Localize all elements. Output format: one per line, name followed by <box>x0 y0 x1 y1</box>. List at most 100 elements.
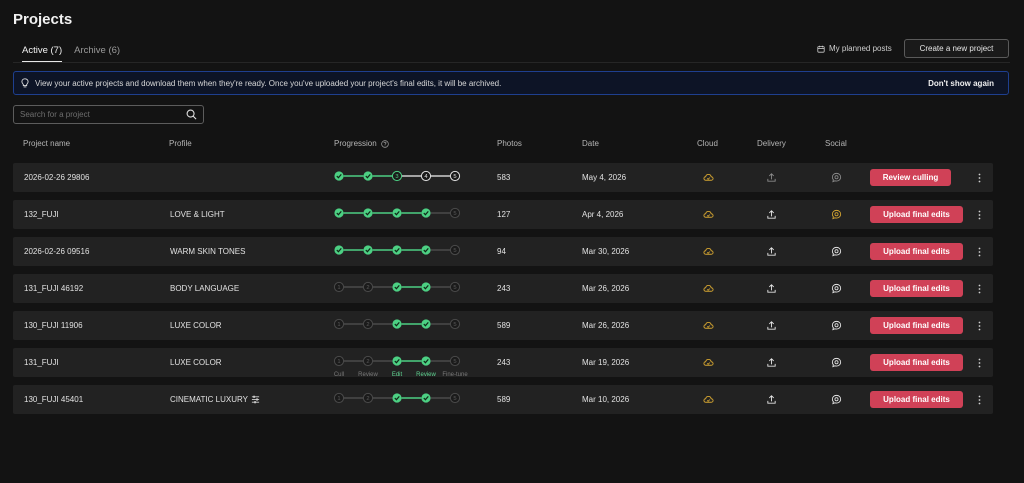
profile-cell: LUXE COLOR <box>170 348 222 377</box>
progression-step-4: 4 <box>420 170 432 182</box>
svg-text:1: 1 <box>337 359 340 365</box>
column-header-photos: Photos <box>497 139 522 148</box>
cloud-icon[interactable] <box>703 283 714 294</box>
progression-step-3: 3 <box>391 170 403 182</box>
more-options-icon[interactable] <box>973 171 985 184</box>
column-header-cloud: Cloud <box>697 139 718 148</box>
upload-final-edits-button[interactable]: Upload final edits <box>870 317 963 334</box>
upload-icon[interactable] <box>766 320 777 331</box>
my-planned-posts-link[interactable]: My planned posts <box>817 44 892 53</box>
project-tabs: Active (7) Archive (6) <box>22 45 120 63</box>
social-icon[interactable] <box>831 394 842 405</box>
table-row[interactable]: 132_FUJI LOVE & LIGHT 127 Apr 4, 2026 Up… <box>13 200 993 229</box>
column-header-name: Project name <box>23 139 71 148</box>
profile-cell: WARM SKIN TONES <box>170 237 245 266</box>
svg-text:2: 2 <box>366 285 369 291</box>
profile-name: LUXE COLOR <box>170 358 222 367</box>
project-name: 2026-02-26 09516 <box>24 247 90 256</box>
photo-count: 243 <box>497 358 511 367</box>
table-row[interactable]: 130_FUJI 45401 CINEMATIC LUXURY 589 Mar … <box>13 385 993 414</box>
table-row[interactable]: 130_FUJI 11906 LUXE COLOR 589 Mar 26, 20… <box>13 311 993 340</box>
progression-label: Progression <box>334 139 377 148</box>
social-icon[interactable] <box>831 172 842 183</box>
search-icon[interactable] <box>186 109 197 120</box>
progression-steps: 1 2 5 <box>333 318 461 330</box>
cloud-icon[interactable] <box>703 172 714 183</box>
more-options-icon[interactable] <box>973 319 985 332</box>
table-row[interactable]: 2026-02-26 29806 583 May 4, 2026 Review … <box>13 163 993 192</box>
stage-label: Edit <box>391 372 403 378</box>
progression-step-4 <box>421 282 431 292</box>
stage-label: Review <box>416 372 436 378</box>
upload-final-edits-button[interactable]: Upload final edits <box>870 243 963 260</box>
stage-label: Review <box>358 372 378 378</box>
project-search <box>13 105 204 124</box>
search-input[interactable] <box>20 110 186 119</box>
progression-step-3 <box>392 356 402 366</box>
more-options-icon[interactable] <box>973 356 985 369</box>
social-icon[interactable] <box>831 246 842 257</box>
calendar-icon <box>817 45 825 53</box>
tab-active[interactable]: Active (7) <box>22 45 63 63</box>
project-date: Mar 10, 2026 <box>582 395 630 404</box>
review-culling-button[interactable]: Review culling <box>870 169 951 186</box>
tabs-divider <box>13 62 1010 63</box>
upload-final-edits-button[interactable]: Upload final edits <box>870 280 963 297</box>
lightbulb-icon <box>21 78 29 88</box>
svg-text:5: 5 <box>453 359 456 365</box>
progression-step-3 <box>392 319 402 329</box>
profile-settings-icon[interactable] <box>248 395 260 404</box>
svg-text:5: 5 <box>453 174 456 180</box>
upload-icon[interactable] <box>766 172 777 183</box>
stage-labels: Cull Review Edit Review Fine-tune <box>333 372 473 381</box>
cloud-icon[interactable] <box>703 394 714 405</box>
project-name: 130_FUJI 11906 <box>24 321 83 330</box>
profile-cell: CINEMATIC LUXURY <box>170 385 260 414</box>
progression-step-3 <box>392 393 402 403</box>
progression-step-4 <box>421 319 431 329</box>
social-icon[interactable] <box>831 283 842 294</box>
upload-icon[interactable] <box>766 394 777 405</box>
banner-message: View your active projects and download t… <box>35 78 502 88</box>
progression-step-5: 5 <box>449 355 461 367</box>
upload-final-edits-button[interactable]: Upload final edits <box>870 354 963 371</box>
dont-show-again-button[interactable]: Don't show again <box>928 79 994 88</box>
cloud-icon[interactable] <box>703 209 714 220</box>
progression-step-1 <box>334 245 344 255</box>
social-icon[interactable] <box>831 357 842 368</box>
more-options-icon[interactable] <box>973 208 985 221</box>
upload-final-edits-button[interactable]: Upload final edits <box>870 206 963 223</box>
info-banner: View your active projects and download t… <box>13 71 1009 95</box>
upload-icon[interactable] <box>766 283 777 294</box>
social-icon[interactable] <box>831 209 842 220</box>
table-row[interactable]: 131_FUJI 46192 BODY LANGUAGE 243 Mar 26,… <box>13 274 993 303</box>
more-options-icon[interactable] <box>973 282 985 295</box>
progression-step-4 <box>421 356 431 366</box>
upload-final-edits-button[interactable]: Upload final edits <box>870 391 963 408</box>
photo-count: 243 <box>497 284 511 293</box>
project-name: 131_FUJI <box>24 358 59 367</box>
progression-step-2 <box>363 208 373 218</box>
progression-steps: 1 2 5 <box>333 392 461 404</box>
upload-icon[interactable] <box>766 357 777 368</box>
progression-cell: 5 <box>333 237 473 266</box>
cloud-icon[interactable] <box>703 357 714 368</box>
tab-archive[interactable]: Archive (6) <box>74 45 120 63</box>
table-row[interactable]: 2026-02-26 09516 WARM SKIN TONES 94 Mar … <box>13 237 993 266</box>
stage-label: Cull <box>333 372 345 378</box>
profile-cell: BODY LANGUAGE <box>170 274 239 303</box>
progression-step-1: 1 <box>333 392 345 404</box>
progression-step-1: 1 <box>333 318 345 330</box>
social-icon[interactable] <box>831 320 842 331</box>
progression-step-5: 5 <box>449 207 461 219</box>
more-options-icon[interactable] <box>973 393 985 406</box>
column-header-progression: Progression <box>334 139 389 148</box>
cloud-icon[interactable] <box>703 320 714 331</box>
cloud-icon[interactable] <box>703 246 714 257</box>
create-project-button[interactable]: Create a new project <box>904 39 1009 58</box>
table-row[interactable]: 131_FUJI LUXE COLOR 243 Mar 19, 2026 Upl… <box>13 348 993 378</box>
help-icon[interactable] <box>380 139 389 148</box>
upload-icon[interactable] <box>766 246 777 257</box>
upload-icon[interactable] <box>766 209 777 220</box>
more-options-icon[interactable] <box>973 245 985 258</box>
